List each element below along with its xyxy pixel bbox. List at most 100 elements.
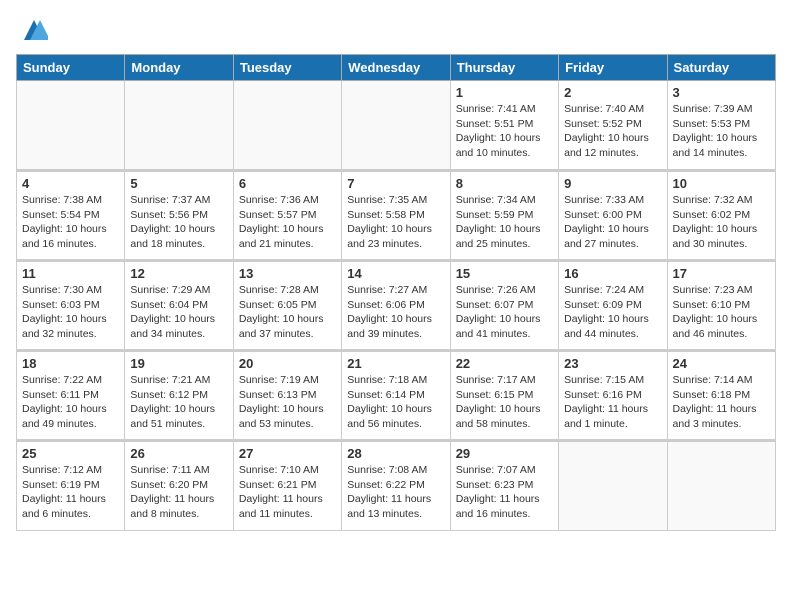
calendar-cell: 24 Sunrise: 7:14 AM Sunset: 6:18 PM Dayli… bbox=[667, 351, 775, 441]
day-info: Sunrise: 7:24 AM Sunset: 6:09 PM Dayligh… bbox=[564, 283, 661, 342]
day-info: Sunrise: 7:15 AM Sunset: 6:16 PM Dayligh… bbox=[564, 373, 661, 432]
calendar-cell: 23 Sunrise: 7:15 AM Sunset: 6:16 PM Dayli… bbox=[559, 351, 667, 441]
day-number: 11 bbox=[22, 266, 119, 281]
calendar-cell: 16 Sunrise: 7:24 AM Sunset: 6:09 PM Dayli… bbox=[559, 261, 667, 351]
day-number: 18 bbox=[22, 356, 119, 371]
calendar-cell: 8 Sunrise: 7:34 AM Sunset: 5:59 PM Daylig… bbox=[450, 171, 558, 261]
calendar-header-monday: Monday bbox=[125, 55, 233, 81]
day-info: Sunrise: 7:28 AM Sunset: 6:05 PM Dayligh… bbox=[239, 283, 336, 342]
calendar-cell: 26 Sunrise: 7:11 AM Sunset: 6:20 PM Dayli… bbox=[125, 441, 233, 531]
calendar-cell bbox=[233, 81, 341, 171]
calendar-week-2: 4 Sunrise: 7:38 AM Sunset: 5:54 PM Daylig… bbox=[17, 171, 776, 261]
day-number: 21 bbox=[347, 356, 444, 371]
day-info: Sunrise: 7:40 AM Sunset: 5:52 PM Dayligh… bbox=[564, 102, 661, 161]
day-info: Sunrise: 7:26 AM Sunset: 6:07 PM Dayligh… bbox=[456, 283, 553, 342]
day-info: Sunrise: 7:27 AM Sunset: 6:06 PM Dayligh… bbox=[347, 283, 444, 342]
day-info: Sunrise: 7:32 AM Sunset: 6:02 PM Dayligh… bbox=[673, 193, 770, 252]
logo bbox=[16, 16, 48, 44]
day-info: Sunrise: 7:39 AM Sunset: 5:53 PM Dayligh… bbox=[673, 102, 770, 161]
day-info: Sunrise: 7:17 AM Sunset: 6:15 PM Dayligh… bbox=[456, 373, 553, 432]
calendar-header-row: SundayMondayTuesdayWednesdayThursdayFrid… bbox=[17, 55, 776, 81]
day-info: Sunrise: 7:29 AM Sunset: 6:04 PM Dayligh… bbox=[130, 283, 227, 342]
calendar-cell bbox=[667, 441, 775, 531]
day-info: Sunrise: 7:30 AM Sunset: 6:03 PM Dayligh… bbox=[22, 283, 119, 342]
calendar-cell: 6Sunrise: 7:36 AM Sunset: 5:57 PM Daylig… bbox=[233, 171, 341, 261]
day-info: Sunrise: 7:23 AM Sunset: 6:10 PM Dayligh… bbox=[673, 283, 770, 342]
calendar-cell: 10 Sunrise: 7:32 AM Sunset: 6:02 PM Dayli… bbox=[667, 171, 775, 261]
calendar-header-tuesday: Tuesday bbox=[233, 55, 341, 81]
day-number: 26 bbox=[130, 446, 227, 461]
calendar-cell bbox=[559, 441, 667, 531]
calendar-cell: 2 Sunrise: 7:40 AM Sunset: 5:52 PM Daylig… bbox=[559, 81, 667, 171]
day-info: Sunrise: 7:12 AM Sunset: 6:19 PM Dayligh… bbox=[22, 463, 119, 522]
calendar-cell: 4 Sunrise: 7:38 AM Sunset: 5:54 PM Daylig… bbox=[17, 171, 125, 261]
day-info: Sunrise: 7:08 AM Sunset: 6:22 PM Dayligh… bbox=[347, 463, 444, 522]
calendar: SundayMondayTuesdayWednesdayThursdayFrid… bbox=[16, 54, 776, 531]
calendar-cell: 15 Sunrise: 7:26 AM Sunset: 6:07 PM Dayli… bbox=[450, 261, 558, 351]
day-info: Sunrise: 7:33 AM Sunset: 6:00 PM Dayligh… bbox=[564, 193, 661, 252]
day-number: 15 bbox=[456, 266, 553, 281]
calendar-header-friday: Friday bbox=[559, 55, 667, 81]
calendar-cell: 27 Sunrise: 7:10 AM Sunset: 6:21 PM Dayli… bbox=[233, 441, 341, 531]
day-number: 7 bbox=[347, 176, 444, 191]
day-number: 5 bbox=[130, 176, 227, 191]
calendar-cell: 28 Sunrise: 7:08 AM Sunset: 6:22 PM Dayli… bbox=[342, 441, 450, 531]
day-number: 20 bbox=[239, 356, 336, 371]
day-info: Sunrise: 7:11 AM Sunset: 6:20 PM Dayligh… bbox=[130, 463, 227, 522]
day-number: 19 bbox=[130, 356, 227, 371]
day-info: Sunrise: 7:07 AM Sunset: 6:23 PM Dayligh… bbox=[456, 463, 553, 522]
day-number: 14 bbox=[347, 266, 444, 281]
day-info: Sunrise: 7:18 AM Sunset: 6:14 PM Dayligh… bbox=[347, 373, 444, 432]
day-info: Sunrise: 7:37 AM Sunset: 5:56 PM Dayligh… bbox=[130, 193, 227, 252]
calendar-week-1: 1Sunrise: 7:41 AM Sunset: 5:51 PM Daylig… bbox=[17, 81, 776, 171]
calendar-cell: 1Sunrise: 7:41 AM Sunset: 5:51 PM Daylig… bbox=[450, 81, 558, 171]
day-info: Sunrise: 7:34 AM Sunset: 5:59 PM Dayligh… bbox=[456, 193, 553, 252]
calendar-cell: 21 Sunrise: 7:18 AM Sunset: 6:14 PM Dayli… bbox=[342, 351, 450, 441]
day-info: Sunrise: 7:19 AM Sunset: 6:13 PM Dayligh… bbox=[239, 373, 336, 432]
calendar-cell: 17 Sunrise: 7:23 AM Sunset: 6:10 PM Dayli… bbox=[667, 261, 775, 351]
calendar-cell: 9 Sunrise: 7:33 AM Sunset: 6:00 PM Daylig… bbox=[559, 171, 667, 261]
day-number: 10 bbox=[673, 176, 770, 191]
calendar-week-5: 25 Sunrise: 7:12 AM Sunset: 6:19 PM Dayli… bbox=[17, 441, 776, 531]
day-number: 12 bbox=[130, 266, 227, 281]
day-info: Sunrise: 7:41 AM Sunset: 5:51 PM Dayligh… bbox=[456, 102, 553, 161]
calendar-cell bbox=[342, 81, 450, 171]
calendar-cell: 11 Sunrise: 7:30 AM Sunset: 6:03 PM Dayli… bbox=[17, 261, 125, 351]
day-info: Sunrise: 7:14 AM Sunset: 6:18 PM Dayligh… bbox=[673, 373, 770, 432]
day-info: Sunrise: 7:38 AM Sunset: 5:54 PM Dayligh… bbox=[22, 193, 119, 252]
day-number: 16 bbox=[564, 266, 661, 281]
day-info: Sunrise: 7:21 AM Sunset: 6:12 PM Dayligh… bbox=[130, 373, 227, 432]
day-number: 22 bbox=[456, 356, 553, 371]
calendar-cell: 7Sunrise: 7:35 AM Sunset: 5:58 PM Daylig… bbox=[342, 171, 450, 261]
calendar-cell: 22 Sunrise: 7:17 AM Sunset: 6:15 PM Dayli… bbox=[450, 351, 558, 441]
calendar-cell: 12 Sunrise: 7:29 AM Sunset: 6:04 PM Dayli… bbox=[125, 261, 233, 351]
day-number: 29 bbox=[456, 446, 553, 461]
calendar-cell bbox=[17, 81, 125, 171]
calendar-cell: 13 Sunrise: 7:28 AM Sunset: 6:05 PM Dayli… bbox=[233, 261, 341, 351]
calendar-cell: 29 Sunrise: 7:07 AM Sunset: 6:23 PM Dayli… bbox=[450, 441, 558, 531]
day-number: 17 bbox=[673, 266, 770, 281]
day-number: 3 bbox=[673, 85, 770, 100]
logo-icon bbox=[20, 16, 48, 44]
day-number: 24 bbox=[673, 356, 770, 371]
calendar-header-sunday: Sunday bbox=[17, 55, 125, 81]
day-info: Sunrise: 7:10 AM Sunset: 6:21 PM Dayligh… bbox=[239, 463, 336, 522]
calendar-week-4: 18Sunrise: 7:22 AM Sunset: 6:11 PM Dayli… bbox=[17, 351, 776, 441]
calendar-cell bbox=[125, 81, 233, 171]
day-number: 2 bbox=[564, 85, 661, 100]
day-number: 8 bbox=[456, 176, 553, 191]
calendar-cell: 20 Sunrise: 7:19 AM Sunset: 6:13 PM Dayli… bbox=[233, 351, 341, 441]
day-number: 13 bbox=[239, 266, 336, 281]
day-number: 23 bbox=[564, 356, 661, 371]
day-number: 9 bbox=[564, 176, 661, 191]
day-number: 27 bbox=[239, 446, 336, 461]
calendar-week-3: 11 Sunrise: 7:30 AM Sunset: 6:03 PM Dayli… bbox=[17, 261, 776, 351]
header bbox=[16, 16, 776, 44]
day-number: 28 bbox=[347, 446, 444, 461]
day-number: 25 bbox=[22, 446, 119, 461]
calendar-cell: 25 Sunrise: 7:12 AM Sunset: 6:19 PM Dayli… bbox=[17, 441, 125, 531]
day-number: 6 bbox=[239, 176, 336, 191]
calendar-cell: 19 Sunrise: 7:21 AM Sunset: 6:12 PM Dayli… bbox=[125, 351, 233, 441]
day-number: 4 bbox=[22, 176, 119, 191]
calendar-header-saturday: Saturday bbox=[667, 55, 775, 81]
